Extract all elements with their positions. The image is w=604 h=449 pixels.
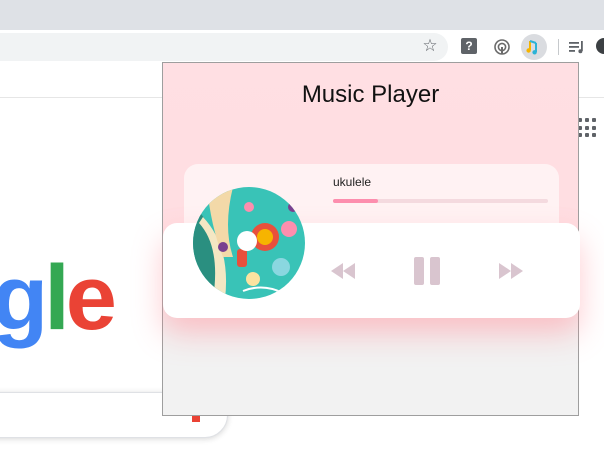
progress-bar-fill	[333, 199, 379, 203]
media-queue-icon[interactable]	[568, 38, 586, 56]
track-name: ukulele	[333, 175, 372, 189]
next-button[interactable]	[497, 261, 525, 281]
album-center-hole	[237, 231, 257, 251]
google-logo: gle	[0, 247, 117, 349]
music-note-extension-icon[interactable]	[521, 34, 547, 60]
bookmark-star-icon[interactable]: ☆	[420, 36, 440, 56]
pause-icon	[414, 257, 440, 285]
music-player-popup: Music Player ukulele	[162, 62, 580, 416]
fast-forward-icon	[499, 263, 523, 279]
address-bar[interactable]	[0, 33, 448, 61]
toolbar-divider	[558, 39, 559, 55]
previous-button[interactable]	[329, 261, 357, 281]
apps-grid-icon[interactable]	[578, 118, 598, 138]
popup-title: Music Player	[301, 81, 440, 108]
progress-bar[interactable]	[333, 199, 548, 203]
tab-strip	[0, 0, 604, 30]
rewind-icon	[331, 263, 355, 279]
help-extension-icon[interactable]: ?	[461, 38, 477, 54]
pause-button[interactable]	[411, 256, 443, 286]
podcast-extension-icon[interactable]	[493, 38, 511, 56]
